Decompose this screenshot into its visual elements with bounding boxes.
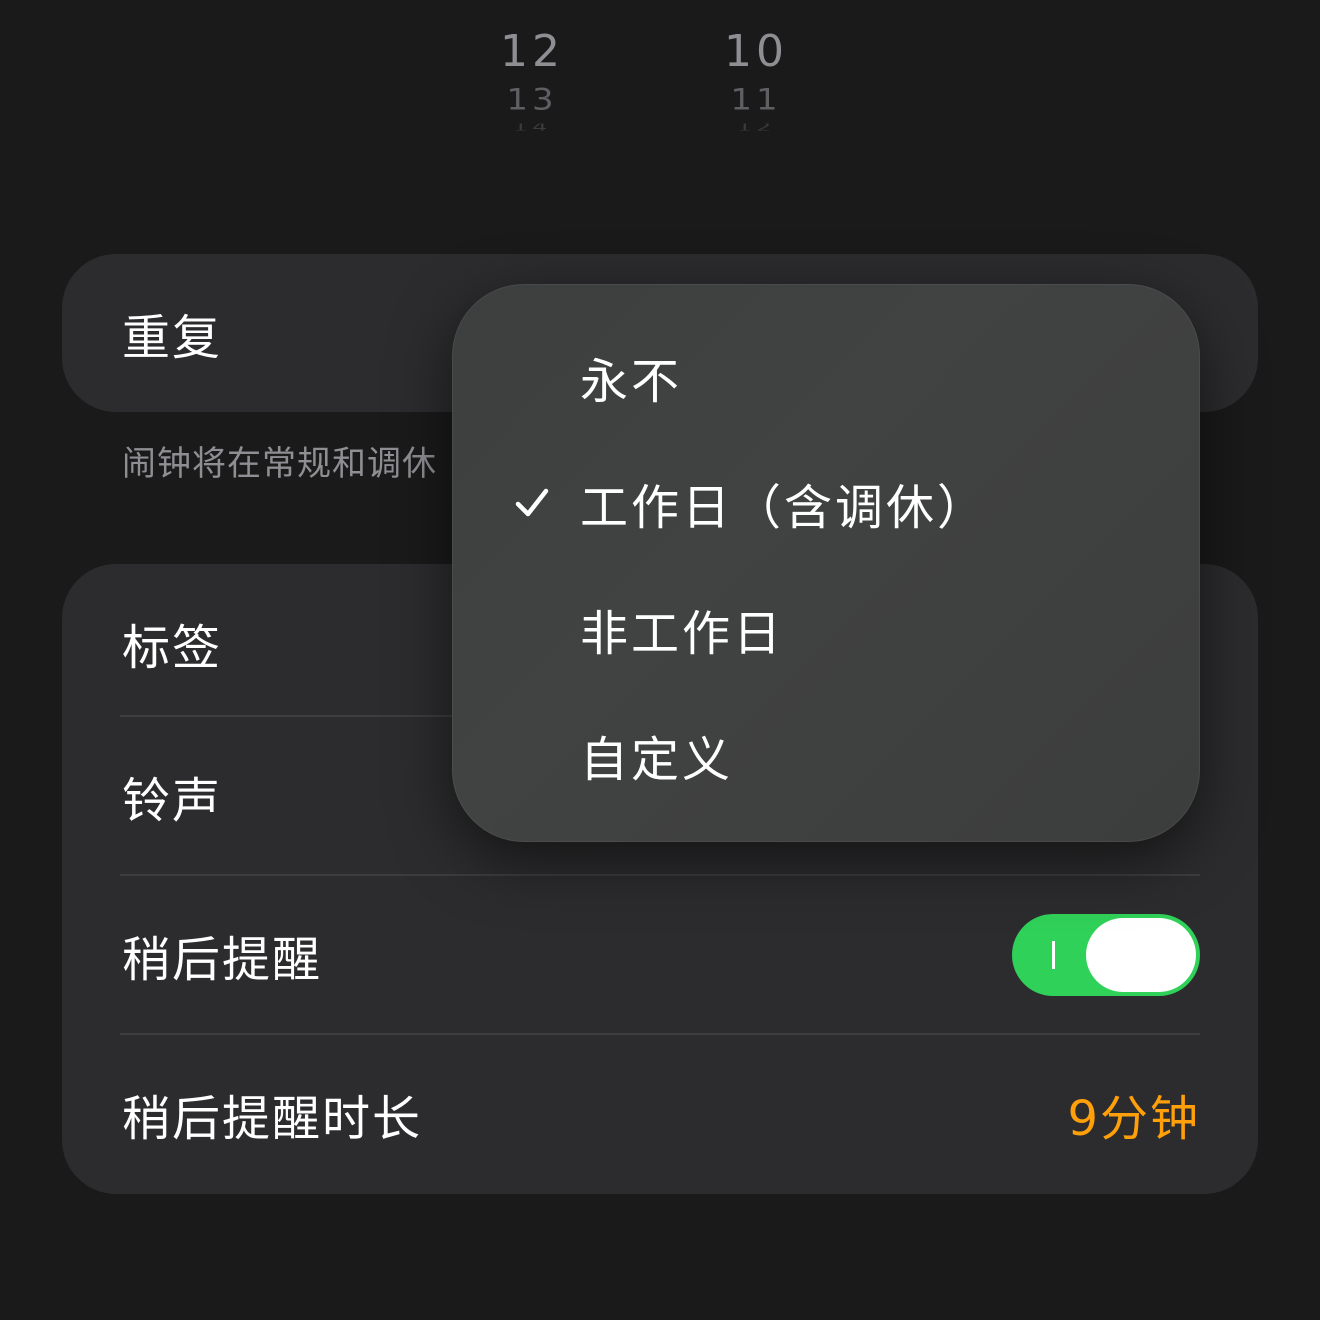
toggle-knob[interactable]: [1086, 918, 1196, 992]
menu-item-label: 自定义: [580, 732, 734, 788]
hour-picker-wheel[interactable]: 12 13 14: [462, 24, 602, 134]
checkmark-icon: [515, 488, 549, 517]
snooze-row-title: 稍后提醒: [122, 932, 323, 988]
snooze-duration-title: 稍后提醒时长: [122, 1091, 423, 1147]
menu-item-non-workdays[interactable]: 非工作日: [452, 566, 1200, 692]
snooze-toggle[interactable]: [1012, 914, 1200, 996]
menu-item-label: 工作日（含调休）: [580, 480, 989, 536]
hour-option[interactable]: 14: [462, 124, 602, 131]
repeat-label: 重复: [122, 310, 223, 366]
snooze-duration-row[interactable]: 稍后提醒时长 9分钟: [62, 1035, 1258, 1193]
hour-option[interactable]: 13: [462, 83, 602, 117]
repeat-footnote: 闹钟将在常规和调休: [122, 444, 437, 484]
minute-picker-wheel[interactable]: 10 11 12: [686, 24, 826, 134]
hour-option[interactable]: 12: [462, 24, 602, 80]
menu-item-workdays[interactable]: 工作日（含调休）: [452, 440, 1200, 566]
snooze-row: 稍后提醒: [62, 876, 1258, 1034]
repeat-options-menu: 永不 工作日（含调休） 非工作日 自定义: [452, 284, 1200, 842]
label-row-title: 标签: [122, 620, 223, 676]
snooze-duration-value[interactable]: 9分钟: [1067, 1079, 1200, 1149]
toggle-on-indicator: [1052, 941, 1055, 969]
menu-item-custom[interactable]: 自定义: [452, 692, 1200, 818]
alarm-edit-screen: 12 13 14 10 11 12 重复 闹钟将在常规和调休 标签 铃声 稍后提…: [0, 0, 1320, 1320]
minute-option[interactable]: 11: [686, 83, 826, 117]
menu-item-label: 永不: [580, 354, 683, 410]
minute-option[interactable]: 12: [686, 124, 826, 131]
ringtone-row-title: 铃声: [122, 773, 223, 829]
menu-item-label: 非工作日: [580, 606, 785, 662]
minute-option[interactable]: 10: [686, 24, 826, 80]
menu-item-never[interactable]: 永不: [452, 314, 1200, 440]
